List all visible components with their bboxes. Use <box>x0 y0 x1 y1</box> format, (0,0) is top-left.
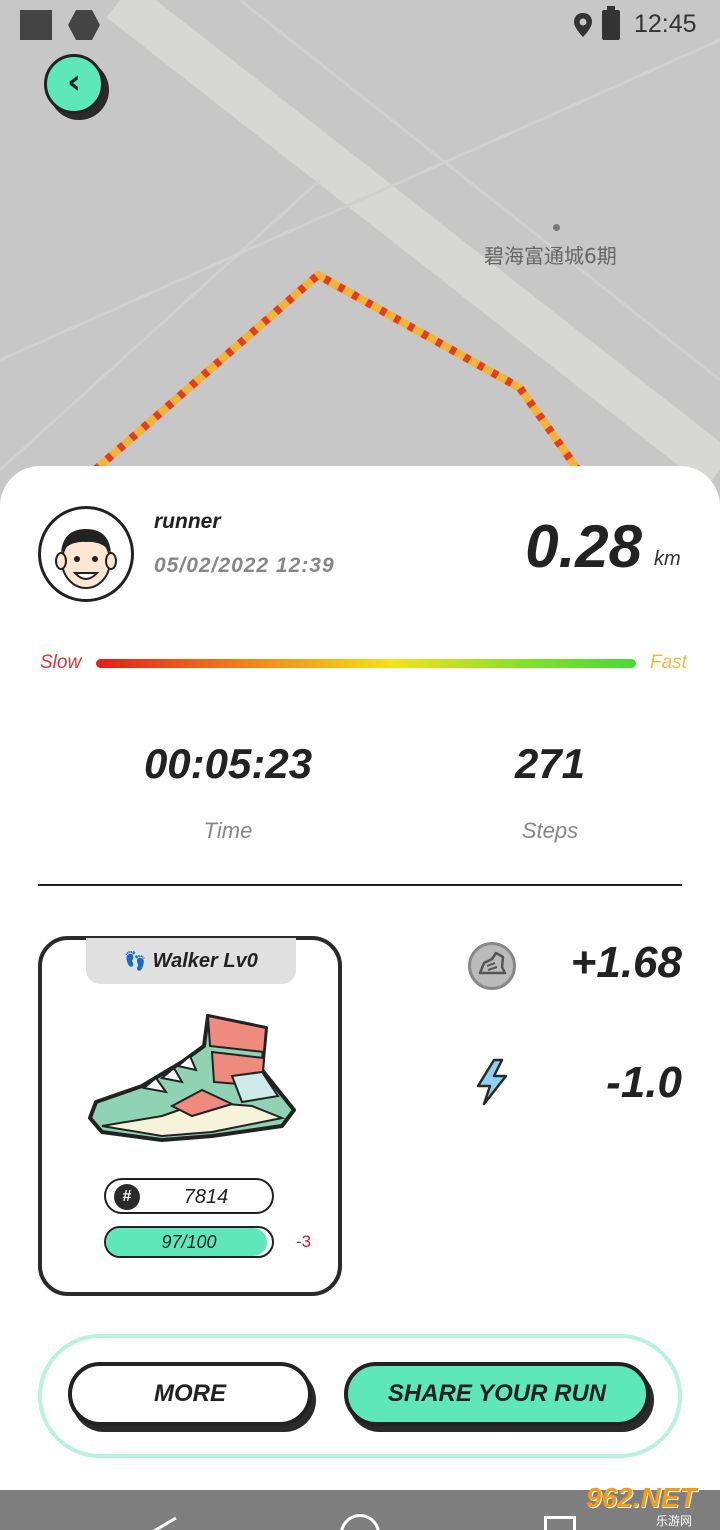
clock: 12:45 <box>634 10 697 38</box>
watermark: 962.NET 乐游网 <box>586 1482 716 1528</box>
run-summary-card: runner 05/02/2022 12:39 0.28 km Slow Fas… <box>0 466 720 1496</box>
steps-value: 271 <box>514 740 586 787</box>
durability-delta: -3 <box>296 1232 312 1251</box>
steps-label: Steps <box>521 818 579 843</box>
more-button[interactable]: MORE <box>68 1362 312 1426</box>
durability-text: 97/100 <box>161 1232 217 1252</box>
watermark-subtitle: 乐游网 <box>656 1514 693 1528</box>
hash-icon: # <box>114 1184 140 1210</box>
sneaker-image <box>88 1014 296 1142</box>
time-label: Time <box>203 818 253 843</box>
time-value: 00:05:23 <box>143 740 313 787</box>
durability-bar: 97/100 <box>104 1226 274 1258</box>
nav-back-icon[interactable] <box>150 1516 180 1530</box>
speed-fast-label: Fast <box>650 652 687 673</box>
nav-recents-icon[interactable] <box>544 1516 576 1530</box>
sneaker-id: 7814 <box>183 1186 229 1208</box>
sneaker-type-tag: 👣 Walker Lv0 <box>86 938 296 984</box>
notification-square-icon <box>20 10 52 40</box>
avatar[interactable] <box>38 506 134 602</box>
sneaker-token-icon <box>468 942 516 990</box>
lightning-icon <box>476 1058 508 1106</box>
back-button[interactable]: ‹ <box>44 54 104 114</box>
watermark-logo: 962.NET <box>586 1482 697 1513</box>
action-bar: MORE SHARE YOUR RUN <box>38 1334 682 1458</box>
footprint-icon: 👣 <box>124 950 147 972</box>
speed-slow-label: Slow <box>40 652 82 673</box>
status-bar: 12:45 <box>0 0 720 50</box>
notification-hexagon-icon <box>68 10 100 40</box>
sneaker-card[interactable]: 👣 Walker Lv0 # 7814 97/100 -3 <box>38 936 342 1296</box>
speed-gradient-bar <box>96 659 636 668</box>
sneaker-id-pill: # 7814 <box>104 1178 274 1214</box>
distance-unit: km <box>654 548 681 570</box>
chevron-left-icon: ‹ <box>66 62 81 102</box>
map-poi-dot <box>553 224 560 231</box>
map-place-label: 碧海富通城6期 <box>484 244 617 268</box>
map-view[interactable]: 碧海富通城6期 <box>0 0 720 520</box>
battery-icon <box>602 6 620 40</box>
nav-home-icon[interactable] <box>340 1514 380 1530</box>
distance-value: 0.28 <box>525 513 642 580</box>
divider <box>38 884 682 886</box>
energy-value: -1.0 <box>606 1058 682 1107</box>
share-run-button[interactable]: SHARE YOUR RUN <box>344 1362 650 1426</box>
username: runner <box>154 510 221 533</box>
run-datetime: 05/02/2022 12:39 <box>154 554 335 577</box>
sneaker-type: Walker Lv0 <box>152 949 258 972</box>
reward-value: +1.68 <box>570 938 682 987</box>
location-icon <box>574 13 592 37</box>
